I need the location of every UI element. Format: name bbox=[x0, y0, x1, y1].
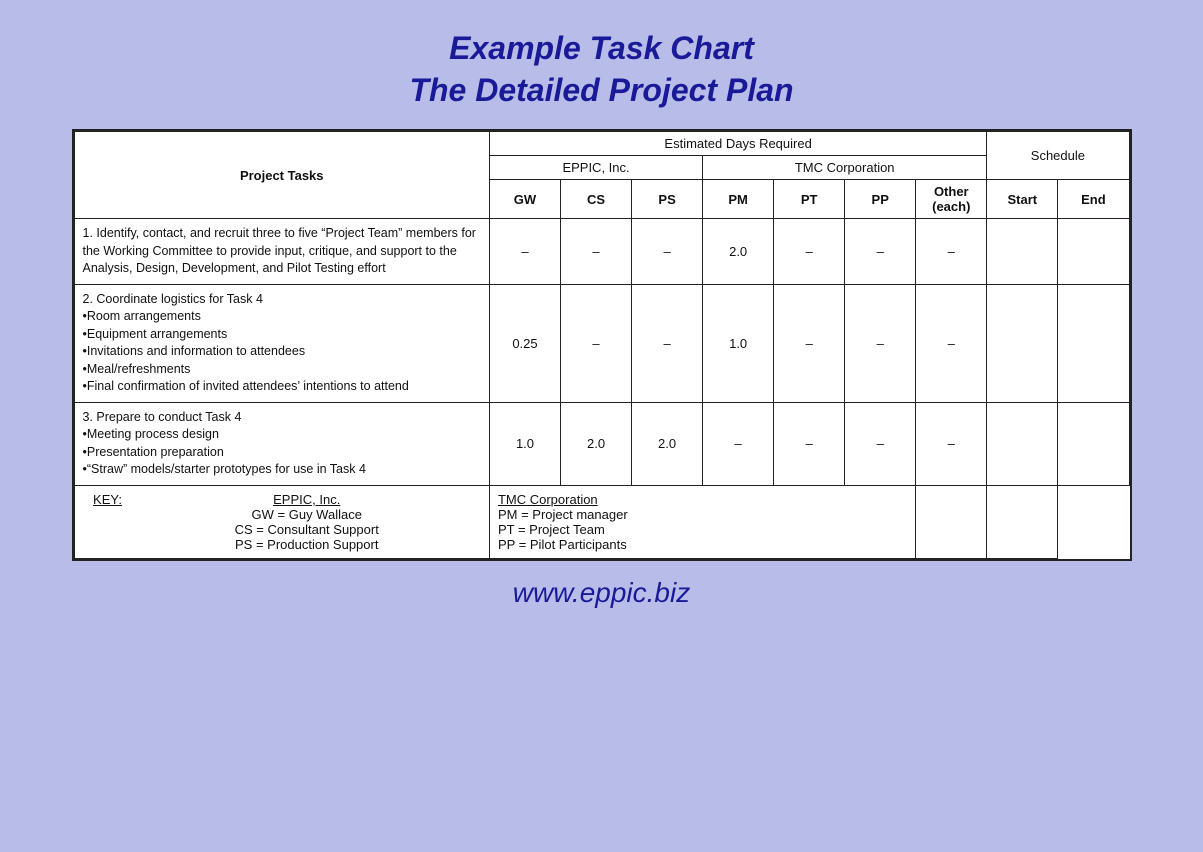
key-end-cell bbox=[987, 485, 1058, 558]
col-pp-header: PP bbox=[845, 180, 916, 219]
row1-end bbox=[1058, 219, 1129, 285]
row1-pm: 2.0 bbox=[703, 219, 774, 285]
col-pm-header: PM bbox=[703, 180, 774, 219]
row2-pt: – bbox=[774, 284, 845, 402]
col-gw-header: GW bbox=[489, 180, 560, 219]
row3-start bbox=[987, 402, 1058, 485]
col-start-header: Start bbox=[987, 180, 1058, 219]
key-start-cell bbox=[916, 485, 987, 558]
key-label-cell: KEY: bbox=[83, 492, 133, 552]
tmc-key-line2: PT = Project Team bbox=[498, 522, 907, 537]
tmc-header: TMC Corporation bbox=[703, 156, 987, 180]
row3-cs: 2.0 bbox=[561, 402, 632, 485]
row1-cs: – bbox=[561, 219, 632, 285]
row2-start bbox=[987, 284, 1058, 402]
tmc-key-line1: PM = Project manager bbox=[498, 507, 907, 522]
col-other-header: Other(each) bbox=[916, 180, 987, 219]
eppic-key-line1: GW = Guy Wallace bbox=[133, 507, 481, 522]
row1-other: – bbox=[916, 219, 987, 285]
col-ps-header: PS bbox=[632, 180, 703, 219]
row3-other: – bbox=[916, 402, 987, 485]
key-inner-table: KEY: EPPIC, Inc. GW = Guy Wallace CS = C… bbox=[83, 492, 481, 552]
row2-cs: – bbox=[561, 284, 632, 402]
row2-pp: – bbox=[845, 284, 916, 402]
header-row-1: Project Tasks Estimated Days Required Sc… bbox=[74, 132, 1129, 156]
key-tmc-cell: TMC Corporation PM = Project manager PT … bbox=[489, 485, 915, 558]
col-end-header: End bbox=[1058, 180, 1129, 219]
footer-url: www.eppic.biz bbox=[513, 577, 690, 609]
row2-end bbox=[1058, 284, 1129, 402]
task-1: 1. Identify, contact, and recruit three … bbox=[74, 219, 489, 285]
project-tasks-header: Project Tasks bbox=[74, 132, 489, 219]
table-row: 3. Prepare to conduct Task 4•Meeting pro… bbox=[74, 402, 1129, 485]
page-title: Example Task Chart The Detailed Project … bbox=[409, 28, 793, 111]
key-eppic-cell: EPPIC, Inc. GW = Guy Wallace CS = Consul… bbox=[133, 492, 481, 552]
eppic-key-line3: PS = Production Support bbox=[133, 537, 481, 552]
row3-pm: – bbox=[703, 402, 774, 485]
key-cell: KEY: EPPIC, Inc. GW = Guy Wallace CS = C… bbox=[74, 485, 489, 558]
estimated-days-header: Estimated Days Required bbox=[489, 132, 986, 156]
task-3: 3. Prepare to conduct Task 4•Meeting pro… bbox=[74, 402, 489, 485]
schedule-header: Schedule bbox=[987, 132, 1129, 180]
row1-gw: – bbox=[489, 219, 560, 285]
key-row: KEY: EPPIC, Inc. GW = Guy Wallace CS = C… bbox=[74, 485, 1129, 558]
row2-ps: – bbox=[632, 284, 703, 402]
row1-ps: – bbox=[632, 219, 703, 285]
table-row: 2. Coordinate logistics for Task 4•Room … bbox=[74, 284, 1129, 402]
col-cs-header: CS bbox=[561, 180, 632, 219]
tmc-key-line3: PP = Pilot Participants bbox=[498, 537, 907, 552]
task-2: 2. Coordinate logistics for Task 4•Room … bbox=[74, 284, 489, 402]
row2-gw: 0.25 bbox=[489, 284, 560, 402]
key-inner-row: KEY: EPPIC, Inc. GW = Guy Wallace CS = C… bbox=[83, 492, 481, 552]
table-row: 1. Identify, contact, and recruit three … bbox=[74, 219, 1129, 285]
eppic-key-title: EPPIC, Inc. bbox=[133, 492, 481, 507]
row1-start bbox=[987, 219, 1058, 285]
row3-gw: 1.0 bbox=[489, 402, 560, 485]
row2-other: – bbox=[916, 284, 987, 402]
row2-pm: 1.0 bbox=[703, 284, 774, 402]
col-pt-header: PT bbox=[774, 180, 845, 219]
row1-pp: – bbox=[845, 219, 916, 285]
row3-end bbox=[1058, 402, 1129, 485]
task-chart-table: Project Tasks Estimated Days Required Sc… bbox=[74, 131, 1130, 559]
eppic-header: EPPIC, Inc. bbox=[489, 156, 702, 180]
tmc-key-title: TMC Corporation bbox=[498, 492, 907, 507]
row3-pt: – bbox=[774, 402, 845, 485]
row3-pp: – bbox=[845, 402, 916, 485]
table-wrapper: Project Tasks Estimated Days Required Sc… bbox=[72, 129, 1132, 561]
eppic-key-line2: CS = Consultant Support bbox=[133, 522, 481, 537]
row1-pt: – bbox=[774, 219, 845, 285]
key-label: KEY: bbox=[93, 492, 122, 507]
row3-ps: 2.0 bbox=[632, 402, 703, 485]
